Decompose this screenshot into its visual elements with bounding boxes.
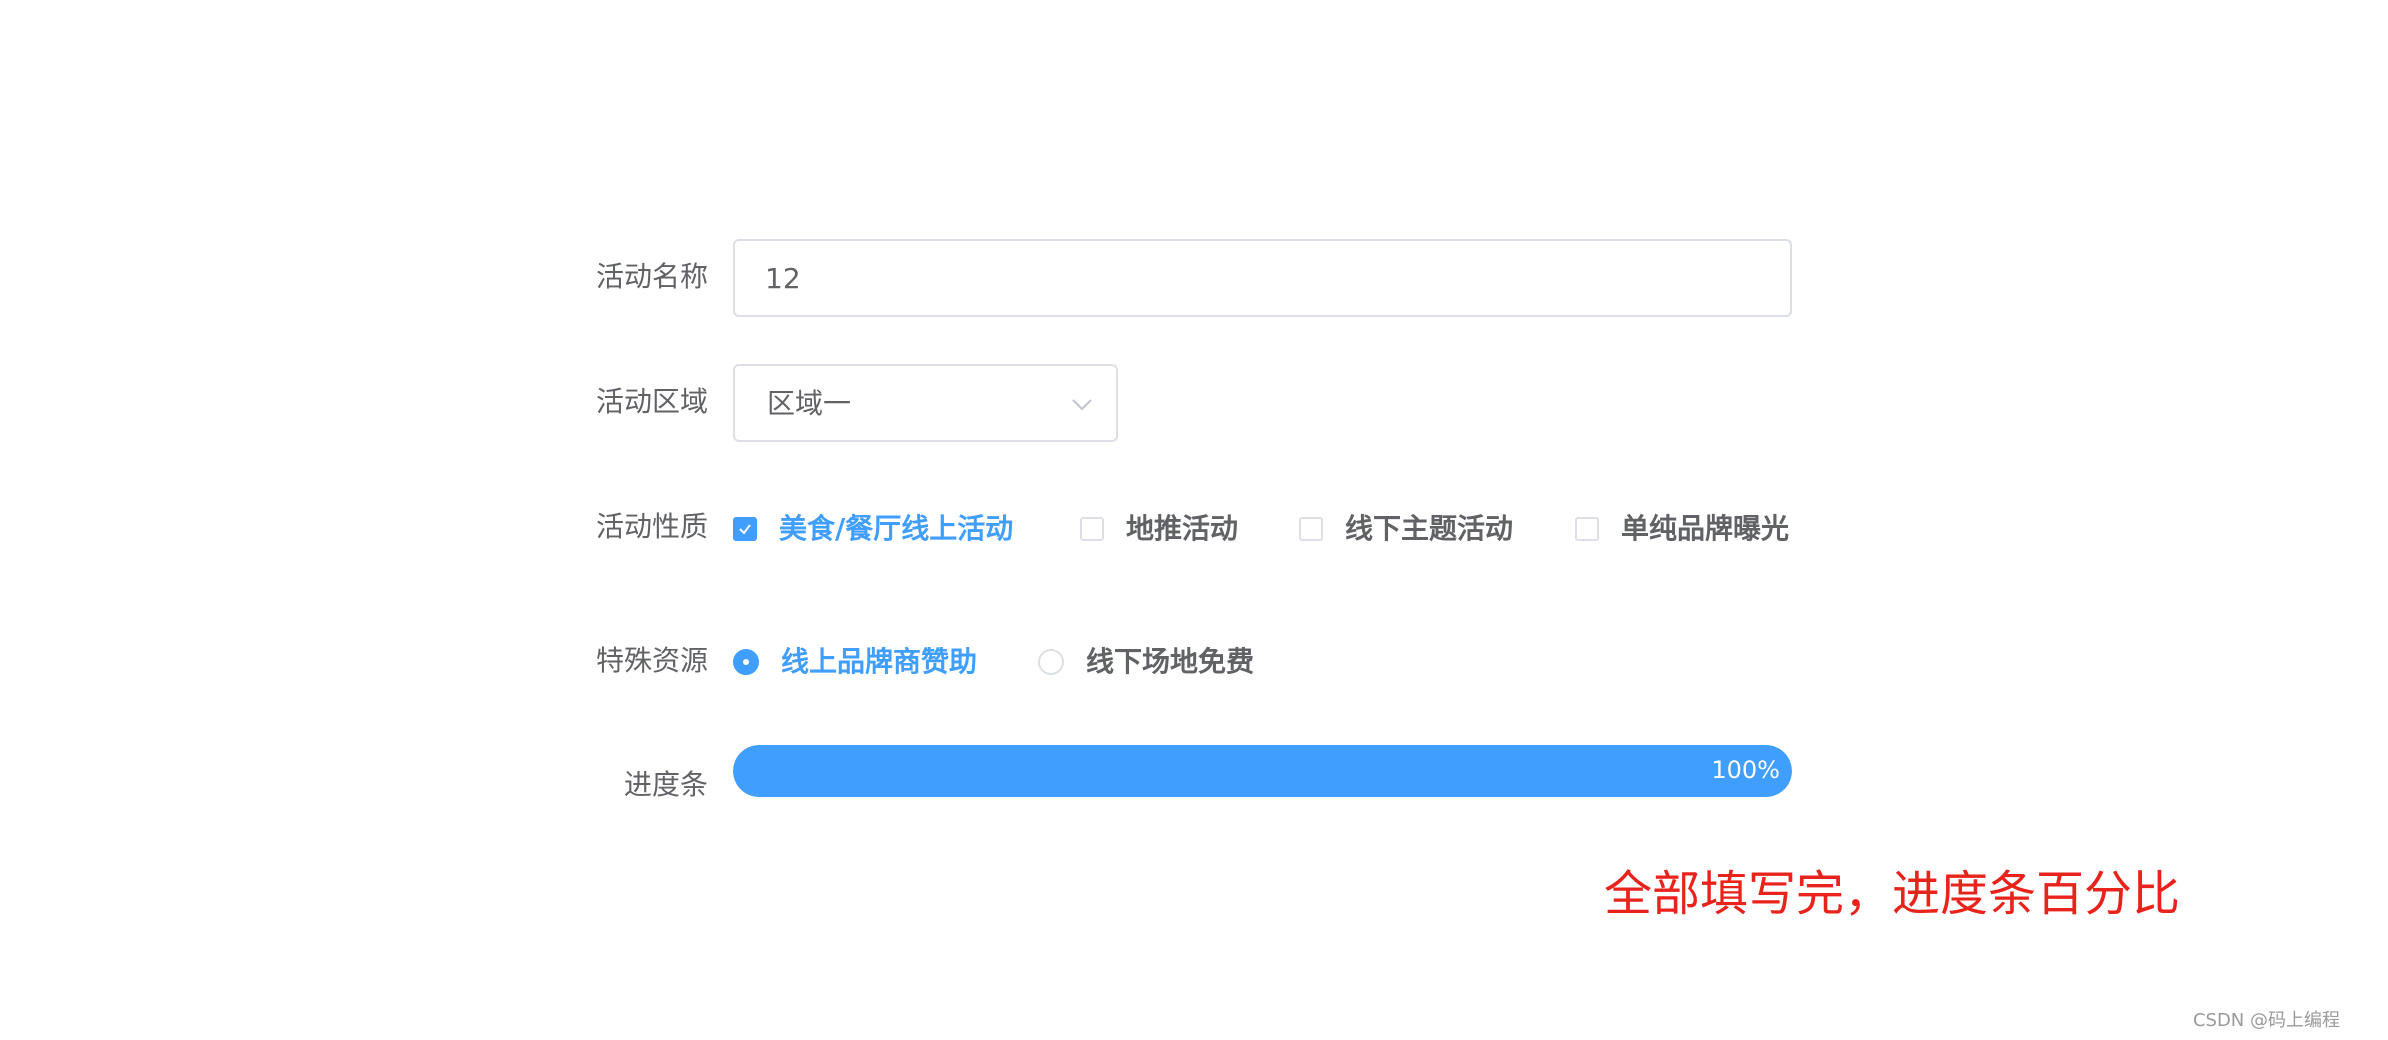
chevron-down-icon [1072,399,1092,411]
radio-dot[interactable] [1038,649,1064,675]
type-label: 活动性质 [595,510,708,543]
progress-text: 100% [1711,756,1780,784]
radio-label: 线上品牌商赞助 [781,645,978,678]
checkbox-box[interactable] [733,517,757,541]
form-page: 活动名称 活动区域 区域一 活动性质 美食/餐厅线上活动 地推活动 [0,0,2388,1040]
progress-fill: 100% [733,745,1792,797]
check-icon [739,524,751,535]
radio-label: 线下场地免费 [1086,645,1255,678]
radio-offline-venue[interactable]: 线下场地免费 [1038,648,1254,676]
checkbox-offline-theme[interactable]: 线下主题活动 [1299,515,1513,543]
checkbox-box[interactable] [1299,517,1323,541]
checkbox-label: 线下主题活动 [1345,512,1514,545]
progress-bar: 100% [733,745,1792,797]
checkbox-label: 单纯品牌曝光 [1621,512,1790,545]
checkbox-label: 美食/餐厅线上活动 [779,512,1014,545]
checkbox-label: 地推活动 [1126,512,1239,545]
checkbox-box[interactable] [1080,517,1104,541]
watermark: CSDN @码上编程 [2192,1010,2340,1031]
radio-dot[interactable] [733,649,759,675]
annotation-text: 全部填写完，进度条百分比 [1604,866,2181,922]
region-select[interactable]: 区域一 [733,364,1118,442]
region-select-value: 区域一 [767,387,852,420]
activity-name-input[interactable] [733,239,1792,317]
checkbox-brand-exposure[interactable]: 单纯品牌曝光 [1575,515,1789,543]
progress-label: 进度条 [623,768,708,801]
checkbox-box[interactable] [1575,517,1599,541]
checkbox-online-food[interactable]: 美食/餐厅线上活动 [733,515,1013,543]
radio-online-sponsor[interactable]: 线上品牌商赞助 [733,648,977,676]
resource-label: 特殊资源 [595,644,708,677]
checkbox-ground-promo[interactable]: 地推活动 [1080,515,1238,543]
region-label: 活动区域 [595,385,708,418]
name-label: 活动名称 [595,260,708,293]
